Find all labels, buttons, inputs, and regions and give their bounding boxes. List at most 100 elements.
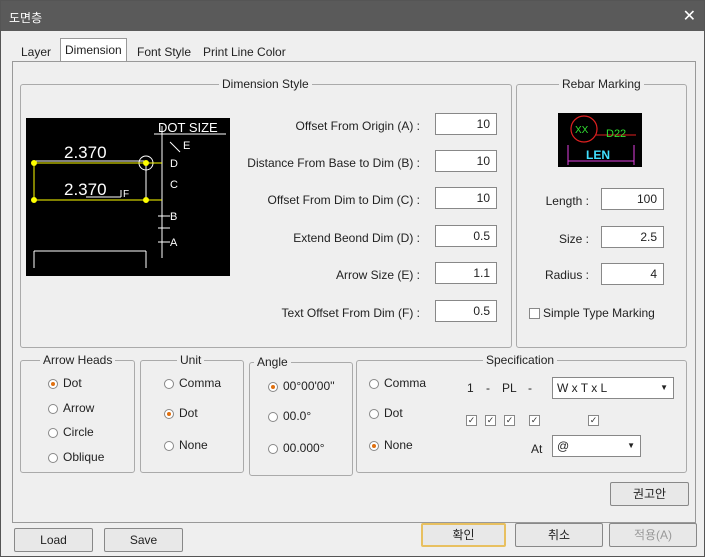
unit-option-none[interactable]: None — [164, 438, 208, 452]
option-label: None — [179, 438, 208, 452]
close-icon[interactable]: ✕ — [683, 6, 696, 26]
text-offset-input[interactable]: 0.5 — [435, 300, 497, 322]
extend-dim-label: Extend Beond Dim (D) : — [293, 231, 420, 245]
radio-icon — [48, 428, 58, 438]
option-label: Dot — [384, 406, 403, 420]
option-label: Comma — [179, 376, 222, 390]
arrow-size-input[interactable]: 1.1 — [435, 262, 497, 284]
radio-icon — [48, 453, 58, 463]
radio-dot-icon — [268, 382, 278, 392]
option-label: 00.0° — [283, 409, 312, 423]
unit-option-comma[interactable]: Comma — [164, 376, 221, 390]
preview-label-e: E — [183, 140, 190, 152]
radio-icon — [164, 441, 174, 451]
radio-icon — [48, 404, 58, 414]
option-label: Dot — [179, 406, 198, 420]
tab-layer[interactable]: Layer — [17, 43, 55, 61]
offset-dim-label: Offset From Dim to Dim (C) : — [267, 193, 420, 207]
option-label: Oblique — [63, 450, 105, 464]
spec-format-value: W x T x L — [557, 381, 608, 395]
distance-base-label: Distance From Base to Dim (B) : — [247, 156, 420, 170]
spec-prefix-pl: PL — [502, 381, 517, 395]
specification-title: Specification — [483, 353, 558, 367]
spec-prefix-dash-2: - — [528, 381, 532, 395]
spec-prefix-dash-1: - — [486, 381, 490, 395]
ok-button[interactable]: 확인 — [421, 523, 506, 547]
window-title: 도면층 — [9, 11, 43, 25]
arrow-heads-option-circle[interactable]: Circle — [48, 425, 94, 439]
arrow-size-label: Arrow Size (E) : — [335, 268, 420, 282]
distance-base-input[interactable]: 10 — [435, 150, 497, 172]
offset-dim-input[interactable]: 10 — [435, 187, 497, 209]
angle-option-dms[interactable]: 00°00'00'' — [268, 379, 335, 393]
simple-type-checkbox[interactable] — [529, 308, 540, 319]
size-label: Size : — [558, 232, 589, 246]
radius-input[interactable]: 4 — [601, 263, 664, 285]
rebar-preview-image: XX D22 LEN — [558, 113, 642, 167]
chevron-down-icon: ▼ — [627, 441, 635, 450]
angle-option-one-decimal[interactable]: 00.0° — [268, 409, 311, 423]
radio-dot-icon — [164, 409, 174, 419]
radio-icon — [164, 379, 174, 389]
arrow-heads-option-dot[interactable]: Dot — [48, 376, 82, 390]
arrow-heads-title: Arrow Heads — [40, 353, 116, 367]
spec-at-select[interactable]: @ ▼ — [552, 435, 641, 457]
angle-title: Angle — [254, 355, 291, 369]
load-button[interactable]: Load — [14, 528, 93, 552]
tab-print-line-color[interactable]: Print Line Color — [199, 43, 290, 61]
option-label: Circle — [63, 425, 94, 439]
size-input[interactable]: 2.5 — [601, 226, 664, 248]
rebar-preview-len: LEN — [586, 148, 610, 162]
save-button[interactable]: Save — [104, 528, 183, 552]
preview-value-2: 2.370 — [64, 180, 107, 199]
dimension-preview-image: DOT SIZE 2.370 2.370 E D C B A F — [26, 118, 230, 276]
preview-label-a: A — [170, 237, 178, 249]
preview-label-c: C — [170, 179, 178, 191]
rebar-preview-xx: XX — [575, 125, 589, 136]
length-label: Length : — [545, 194, 589, 208]
rebar-marking-title: Rebar Marking — [559, 77, 644, 91]
spec-checkbox-3[interactable]: ✓ — [504, 415, 515, 426]
preview-label-f: F — [123, 189, 129, 200]
rebar-preview-d22: D22 — [606, 128, 626, 140]
apply-button[interactable]: 적용(A) — [609, 523, 697, 547]
cancel-button[interactable]: 취소 — [515, 523, 603, 547]
spec-format-select[interactable]: W x T x L ▼ — [552, 377, 674, 399]
spec-option-comma[interactable]: Comma — [369, 376, 426, 390]
spec-option-none[interactable]: None — [369, 438, 413, 452]
dialog-window: 도면층 ✕ Layer Dimension Font Style Print L… — [0, 0, 705, 557]
preview-label-b: B — [170, 211, 177, 223]
unit-option-dot[interactable]: Dot — [164, 406, 198, 420]
spec-checkbox-5[interactable]: ✓ — [588, 415, 599, 426]
title-bar: 도면층 ✕ — [1, 1, 704, 31]
simple-type-label: Simple Type Marking — [543, 306, 655, 320]
option-label: Dot — [63, 376, 82, 390]
length-input[interactable]: 100 — [601, 188, 664, 210]
chevron-down-icon: ▼ — [660, 383, 668, 392]
dimension-style-title: Dimension Style — [219, 77, 312, 91]
angle-option-three-decimal[interactable]: 00.000° — [268, 441, 325, 455]
spec-prefix-1: 1 — [467, 381, 474, 395]
radio-dot-icon — [369, 441, 379, 451]
spec-checkbox-4[interactable]: ✓ — [529, 415, 540, 426]
spec-at-value: @ — [557, 439, 570, 453]
arrow-heads-option-oblique[interactable]: Oblique — [48, 450, 104, 464]
spec-checkbox-2[interactable]: ✓ — [485, 415, 496, 426]
text-offset-label: Text Offset From Dim (F) : — [281, 306, 420, 320]
option-label: Comma — [384, 376, 427, 390]
unit-title: Unit — [177, 353, 205, 367]
offset-origin-input[interactable]: 10 — [435, 113, 497, 135]
spec-checkbox-1[interactable]: ✓ — [466, 415, 477, 426]
radio-icon — [369, 379, 379, 389]
radio-icon — [268, 444, 278, 454]
arrow-heads-option-arrow[interactable]: Arrow — [48, 401, 94, 415]
recommend-button[interactable]: 권고안 — [610, 482, 689, 506]
tab-font-style[interactable]: Font Style — [133, 43, 195, 61]
spec-option-dot[interactable]: Dot — [369, 406, 403, 420]
spec-at-label: At — [531, 442, 543, 456]
extend-dim-input[interactable]: 0.5 — [435, 225, 497, 247]
preview-label-d: D — [170, 158, 178, 170]
radio-icon — [268, 412, 278, 422]
offset-origin-label: Offset From Origin (A) : — [295, 119, 420, 133]
tab-dimension[interactable]: Dimension — [60, 38, 127, 63]
